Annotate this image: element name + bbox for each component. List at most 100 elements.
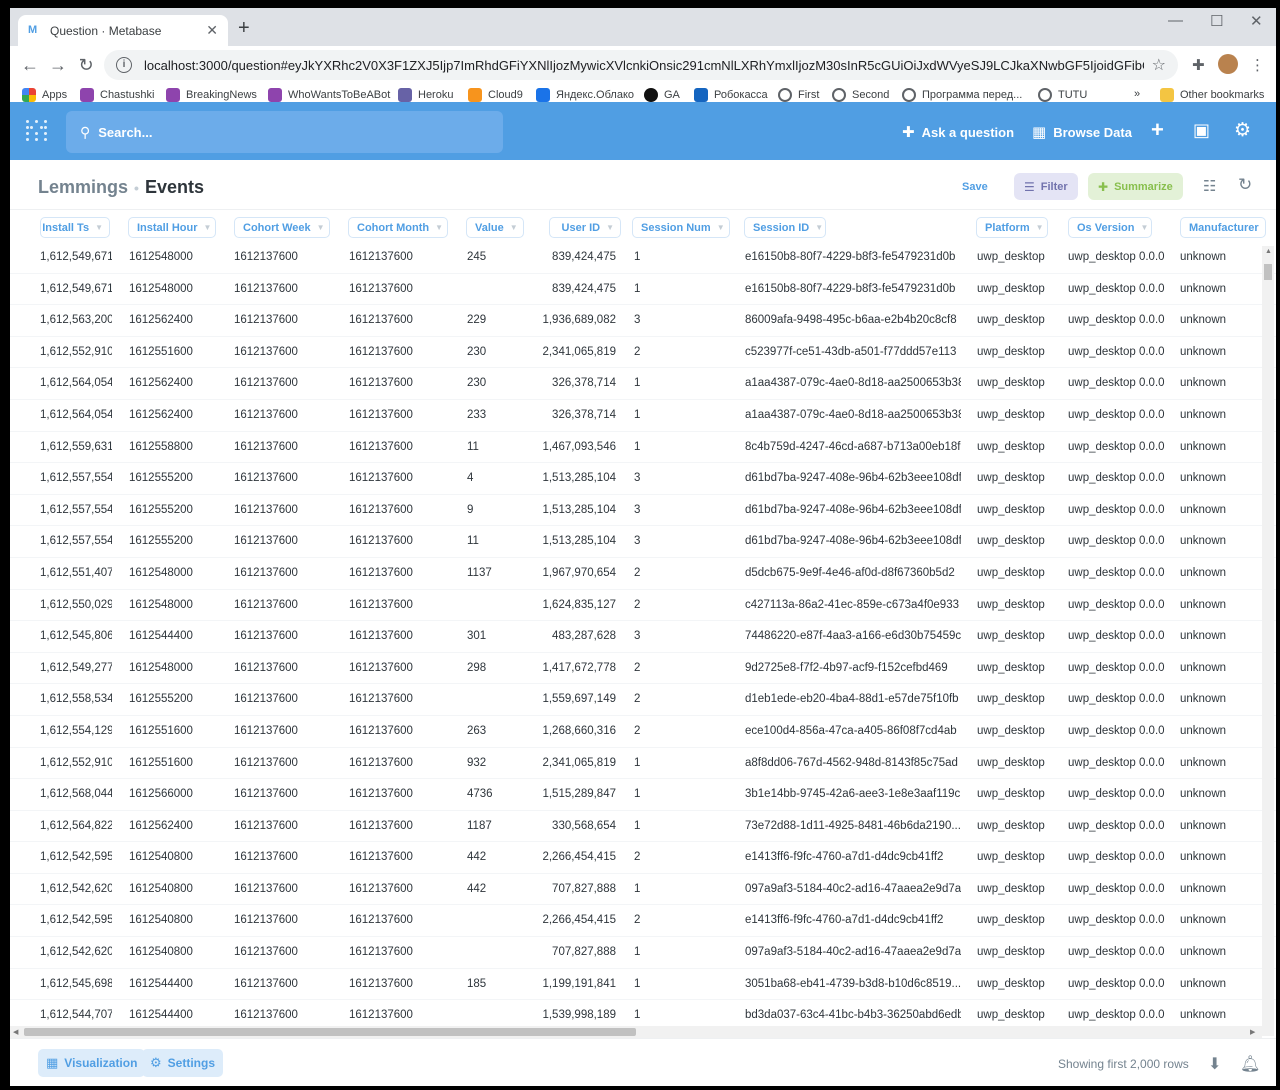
table-cell-user-id[interactable]: 1,268,660,316 [530, 725, 616, 737]
column-header-install-hour[interactable]: Install Hour ▼ [128, 217, 216, 238]
table-cell-session-id[interactable]: d61bd7ba-9247-408e-96b4-62b3eee108df [745, 472, 961, 484]
search-input[interactable] [98, 124, 479, 140]
table-cell-platform[interactable]: uwp_desktop [977, 693, 1059, 705]
table-cell-install-ts[interactable]: 1,612,557,554 [40, 504, 112, 516]
table-cell-install-ts[interactable]: 1,612,564,054 [40, 409, 112, 421]
table-cell-cohort-week[interactable]: 1612137600 [234, 1009, 329, 1021]
column-header-session-id[interactable]: Session ID ▼ [744, 217, 826, 238]
bookmark-ga[interactable]: GA [644, 88, 680, 102]
bookmark-robokassa[interactable]: Робокасса [694, 88, 768, 102]
bookmark-whowantstobeabot[interactable]: WhoWantsToBeABot [268, 88, 390, 102]
table-cell-platform[interactable]: uwp_desktop [977, 662, 1059, 674]
table-cell-platform[interactable]: uwp_desktop [977, 788, 1059, 800]
table-cell-os-version[interactable]: uwp_desktop 0.0.0 [1068, 725, 1168, 737]
table-cell-session-id[interactable]: e16150b8-80f7-4229-b8f3-fe5479231d0b [745, 283, 961, 295]
table-cell-install-hour[interactable]: 1612548000 [129, 283, 219, 295]
table-cell-manufacturer[interactable]: unknown [1180, 788, 1260, 800]
close-tab-icon[interactable]: ✕ [206, 22, 218, 39]
table-cell-session-id[interactable]: 3b1e14bb-9745-42a6-aee3-1e8e3aaf119c [745, 788, 961, 800]
table-cell-install-hour[interactable]: 1612544400 [129, 1009, 219, 1021]
table-cell-manufacturer[interactable]: unknown [1180, 283, 1260, 295]
table-cell-install-ts[interactable]: 1,612,549,671 [40, 251, 112, 263]
column-header-user-id[interactable]: User ID ▼ [549, 217, 621, 238]
table-cell-manufacturer[interactable]: unknown [1180, 441, 1260, 453]
table-cell-install-ts[interactable]: 1,612,564,054 [40, 377, 112, 389]
table-cell-os-version[interactable]: uwp_desktop 0.0.0 [1068, 914, 1168, 926]
table-cell-install-hour[interactable]: 1612544400 [129, 978, 219, 990]
table-cell-manufacturer[interactable]: unknown [1180, 472, 1260, 484]
table-cell-cohort-week[interactable]: 1612137600 [234, 883, 329, 895]
table-cell-os-version[interactable]: uwp_desktop 0.0.0 [1068, 851, 1168, 863]
table-cell-value[interactable]: 230 [467, 377, 517, 389]
table-cell-install-hour[interactable]: 1612562400 [129, 409, 219, 421]
scroll-left-arrow-icon[interactable]: ◀ [13, 1028, 18, 1036]
table-cell-session-num[interactable]: 1 [634, 820, 694, 832]
table-cell-manufacturer[interactable]: unknown [1180, 409, 1260, 421]
table-cell-session-num[interactable]: 3 [634, 472, 694, 484]
table-cell-install-ts[interactable]: 1,612,558,534 [40, 693, 112, 705]
table-cell-platform[interactable]: uwp_desktop [977, 599, 1059, 611]
table-cell-value[interactable]: 442 [467, 851, 517, 863]
table-cell-user-id[interactable]: 2,341,065,819 [530, 346, 616, 358]
table-cell-install-hour[interactable]: 1612555200 [129, 535, 219, 547]
table-cell-user-id[interactable]: 483,287,628 [530, 630, 616, 642]
table-cell-install-ts[interactable]: 1,612,552,910 [40, 757, 112, 769]
summarize-button[interactable]: ✚ Summarize [1088, 173, 1183, 200]
table-cell-user-id[interactable]: 330,568,654 [530, 820, 616, 832]
table-cell-user-id[interactable]: 707,827,888 [530, 883, 616, 895]
bookmark-programma[interactable]: Программа перед... [902, 88, 1022, 102]
settings-button[interactable]: ⚙ Settings [142, 1049, 223, 1077]
browser-tab[interactable]: M Question · Metabase ✕ [18, 15, 228, 46]
table-cell-session-id[interactable]: 9d2725e8-f7f2-4b97-acf9-f152cefbd469 [745, 662, 961, 674]
scroll-up-arrow-icon[interactable]: ▲ [1265, 248, 1272, 255]
table-cell-install-hour[interactable]: 1612566000 [129, 788, 219, 800]
table-cell-cohort-week[interactable]: 1612137600 [234, 820, 329, 832]
table-cell-platform[interactable]: uwp_desktop [977, 978, 1059, 990]
table-cell-session-id[interactable]: 097a9af3-5184-40c2-ad16-47aaea2e9d7a [745, 946, 961, 958]
table-cell-cohort-month[interactable]: 1612137600 [349, 409, 444, 421]
table-cell-session-id[interactable]: 3051ba68-eb41-4739-b3d8-b10d6c8519... [745, 978, 961, 990]
table-cell-manufacturer[interactable]: unknown [1180, 757, 1260, 769]
table-cell-manufacturer[interactable]: unknown [1180, 377, 1260, 389]
table-cell-cohort-week[interactable]: 1612137600 [234, 788, 329, 800]
table-cell-manufacturer[interactable]: unknown [1180, 725, 1260, 737]
table-cell-manufacturer[interactable]: unknown [1180, 662, 1260, 674]
table-cell-cohort-week[interactable]: 1612137600 [234, 314, 329, 326]
table-cell-install-hour[interactable]: 1612562400 [129, 820, 219, 832]
table-cell-install-hour[interactable]: 1612562400 [129, 377, 219, 389]
reload-icon[interactable]: ↻ [72, 55, 100, 76]
table-cell-platform[interactable]: uwp_desktop [977, 283, 1059, 295]
table-cell-os-version[interactable]: uwp_desktop 0.0.0 [1068, 377, 1168, 389]
table-cell-cohort-week[interactable]: 1612137600 [234, 535, 329, 547]
table-cell-platform[interactable]: uwp_desktop [977, 346, 1059, 358]
table-cell-os-version[interactable]: uwp_desktop 0.0.0 [1068, 788, 1168, 800]
table-cell-install-ts[interactable]: 1,612,542,620 [40, 946, 112, 958]
back-icon[interactable]: ← [16, 55, 44, 76]
table-cell-manufacturer[interactable]: unknown [1180, 504, 1260, 516]
table-cell-value[interactable]: 230 [467, 346, 517, 358]
table-cell-install-ts[interactable]: 1,612,549,671 [40, 283, 112, 295]
window-close-icon[interactable]: ✕ [1250, 12, 1263, 30]
table-cell-install-ts[interactable]: 1,612,544,707 [40, 1009, 112, 1021]
table-cell-manufacturer[interactable]: unknown [1180, 820, 1260, 832]
table-cell-os-version[interactable]: uwp_desktop 0.0.0 [1068, 283, 1168, 295]
table-cell-cohort-month[interactable]: 1612137600 [349, 251, 444, 263]
table-cell-value[interactable]: 1187 [467, 820, 517, 832]
table-cell-manufacturer[interactable]: unknown [1180, 851, 1260, 863]
ask-question-button[interactable]: ✚ Ask a question [902, 123, 1014, 141]
table-cell-session-num[interactable]: 1 [634, 946, 694, 958]
table-cell-install-ts[interactable]: 1,612,542,620 [40, 883, 112, 895]
bookmark-breakingnews[interactable]: BreakingNews [166, 88, 257, 102]
table-cell-install-hour[interactable]: 1612540800 [129, 946, 219, 958]
table-cell-install-ts[interactable]: 1,612,552,910 [40, 346, 112, 358]
table-cell-cohort-week[interactable]: 1612137600 [234, 630, 329, 642]
table-cell-install-hour[interactable]: 1612548000 [129, 567, 219, 579]
table-cell-user-id[interactable]: 1,513,285,104 [530, 472, 616, 484]
new-tab-icon[interactable]: + [238, 17, 250, 40]
table-cell-cohort-month[interactable]: 1612137600 [349, 283, 444, 295]
extensions-icon[interactable]: ✚ [1192, 56, 1205, 74]
table-cell-install-ts[interactable]: 1,612,542,595 [40, 914, 112, 926]
table-cell-manufacturer[interactable]: unknown [1180, 314, 1260, 326]
table-cell-session-num[interactable]: 1 [634, 883, 694, 895]
forward-icon[interactable]: → [44, 55, 72, 76]
